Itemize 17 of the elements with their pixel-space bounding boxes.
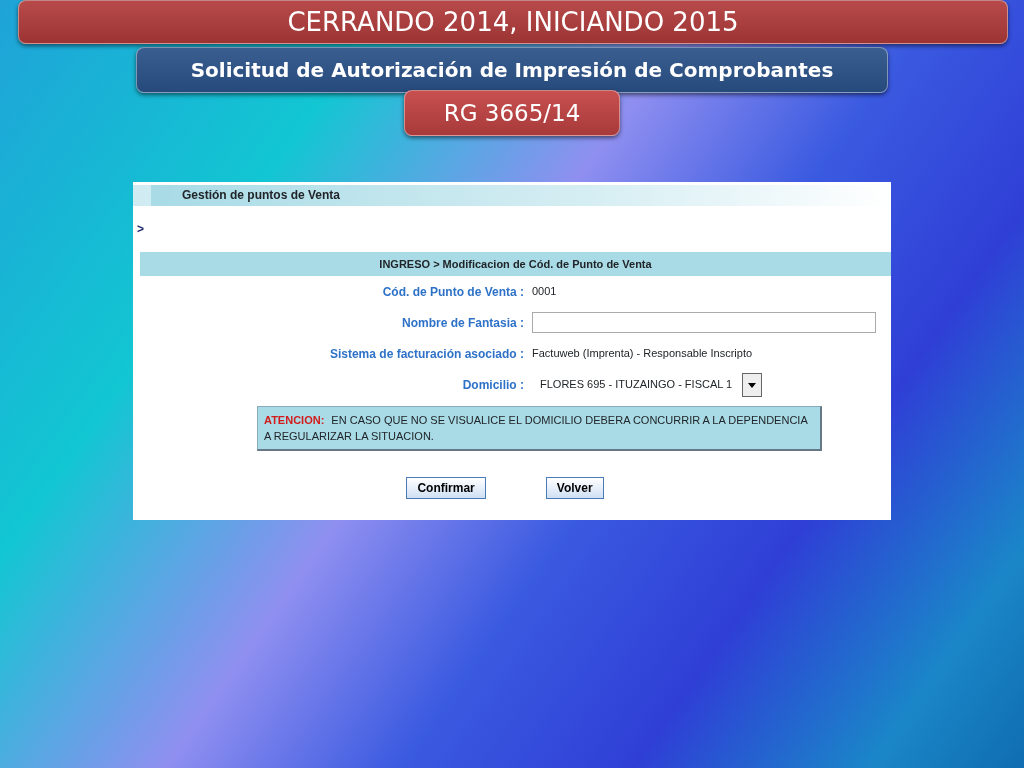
breadcrumb-link[interactable]: > [137, 222, 144, 236]
caret-icon[interactable] [742, 372, 763, 397]
field-label: Sistema de facturación asociado : [328, 345, 525, 363]
dropdown[interactable]: FLORES 695 - ITUZAINGO - FISCAL 1 [532, 372, 763, 397]
slide-tag: RG 3665/14 [404, 90, 620, 136]
field-value: 0001 [532, 284, 557, 300]
action-button[interactable]: Confirmar [406, 477, 486, 499]
notice-message: ATENCION: EN CASO QUE NO SE VISUALICE EL DOMICILIO DEBERA CONCURRIR A LA DEPENDENCIA A REGULARIZAR LA SITUACION. [257, 406, 822, 451]
field-label: Domicilio : [461, 376, 525, 394]
action-button[interactable]: Volver [545, 477, 604, 499]
field-label: Nombre de Fantasia : [400, 314, 525, 332]
field-value: Factuweb (Imprenta) - Responsable Inscripto [532, 346, 753, 362]
slide-title: CERRANDO 2014, INICIANDO 2015 [18, 0, 1008, 44]
section-title: INGRESO > Modificacion de Cód. de Punto de Venta [140, 252, 891, 276]
slide-subtitle: Solicitud de Autorización de Impresión de Comprobantes [136, 47, 888, 93]
field-label: Cód. de Punto de Venta : [381, 283, 525, 301]
input-field[interactable] [532, 312, 876, 333]
